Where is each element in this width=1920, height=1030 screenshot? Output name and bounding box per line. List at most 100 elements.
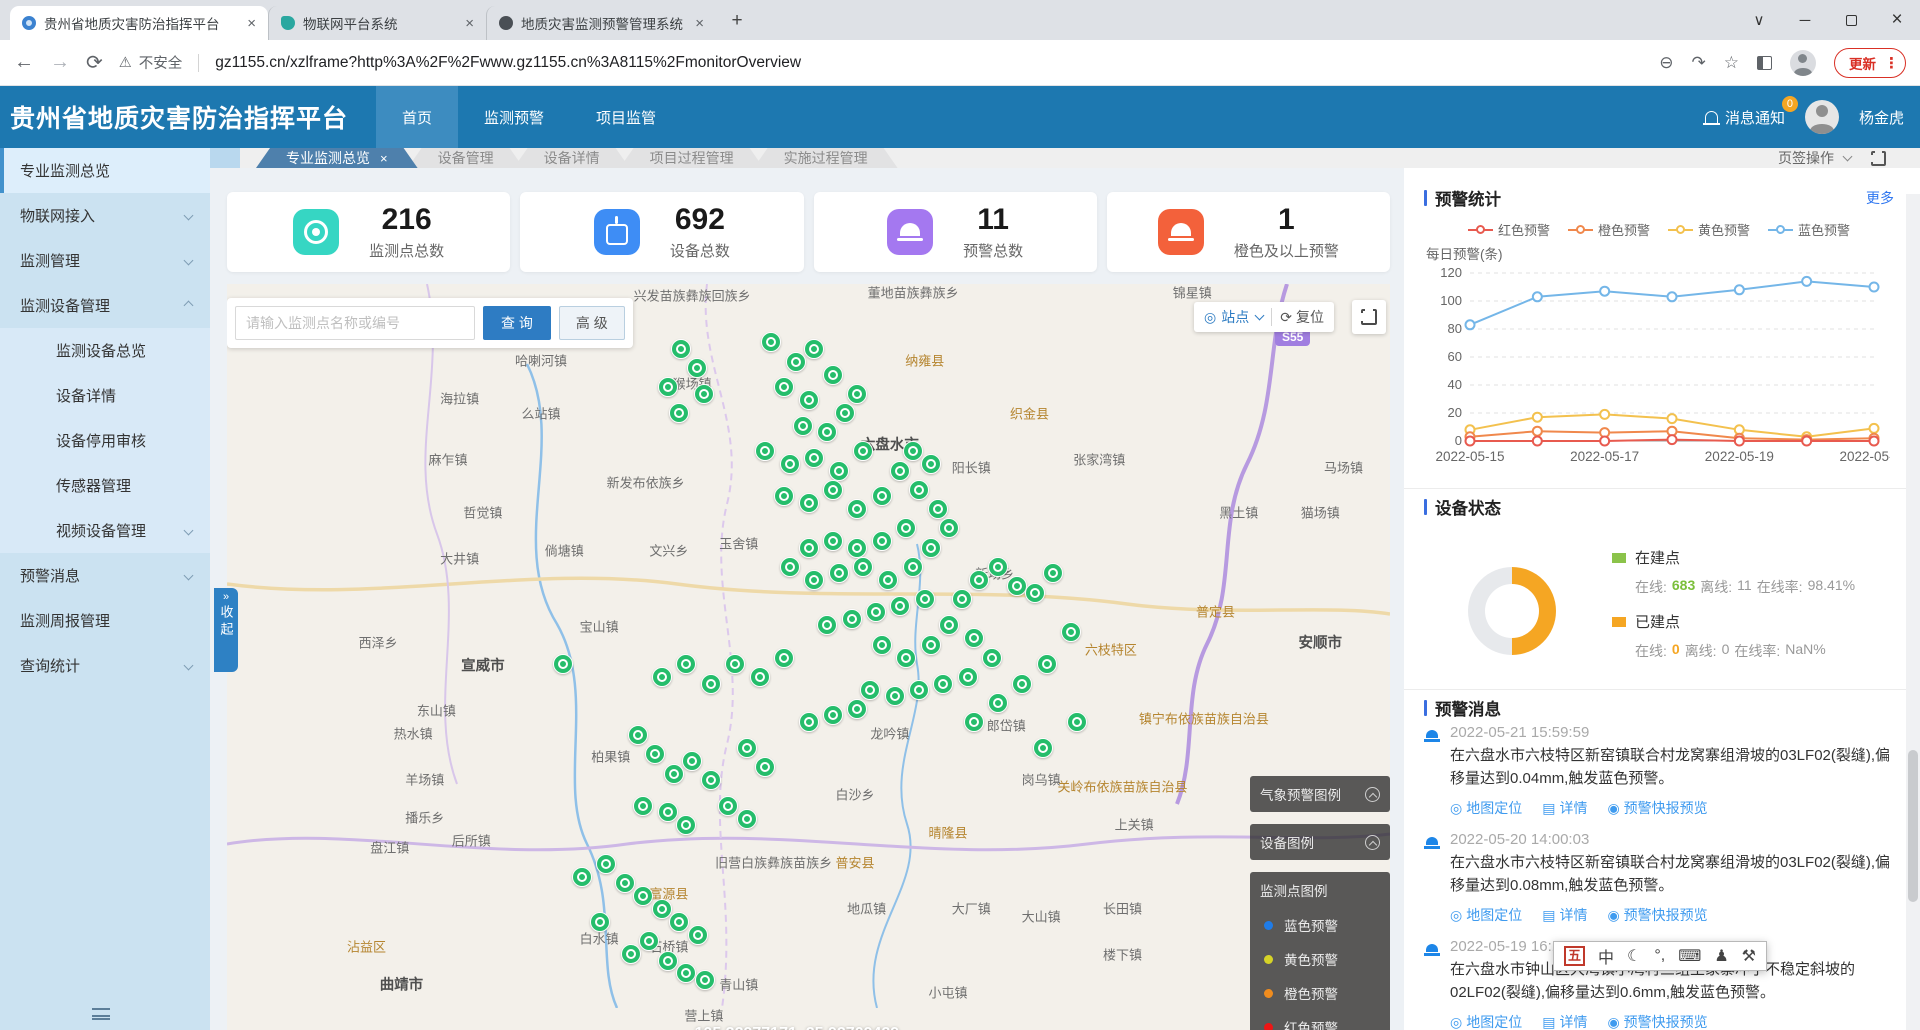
tab-actions-label[interactable]: 页签操作 bbox=[1778, 148, 1834, 168]
sidebar-item[interactable]: 传感器管理 bbox=[0, 463, 210, 508]
close-button[interactable]: × bbox=[1874, 0, 1920, 40]
sidebar-item[interactable]: 设备详情 bbox=[0, 373, 210, 418]
page-tab[interactable]: 设备详情 bbox=[514, 148, 630, 168]
monitoring-point-marker[interactable] bbox=[701, 770, 721, 790]
map[interactable]: 威宁彝族回族苗族自治县兴发苗族彝族回族乡董地苗族彝族乡锦星镇哈喇河镇猴场镇海拉镇… bbox=[227, 284, 1390, 1030]
monitoring-point-marker[interactable] bbox=[645, 744, 665, 764]
ime-icon-2[interactable]: ☾ bbox=[1627, 946, 1641, 966]
monitoring-point-marker[interactable] bbox=[786, 352, 806, 372]
restore-button[interactable] bbox=[1828, 0, 1874, 40]
monitoring-point-marker[interactable] bbox=[921, 538, 941, 558]
site-dropdown[interactable]: ◎ 站点 bbox=[1204, 307, 1263, 327]
monitoring-point-marker[interactable] bbox=[633, 796, 653, 816]
message-link-详情[interactable]: ▤详情 bbox=[1542, 905, 1587, 925]
update-button[interactable]: 更新 ⋮ bbox=[1834, 48, 1906, 78]
monitoring-point-marker[interactable] bbox=[853, 441, 873, 461]
tab-close-icon[interactable]: × bbox=[691, 15, 708, 32]
search-input[interactable] bbox=[235, 306, 475, 340]
browser-menu-icon[interactable]: ⋮ bbox=[1884, 54, 1899, 72]
reload-button[interactable]: ⟳ bbox=[86, 50, 103, 75]
side-panel-icon[interactable] bbox=[1757, 56, 1772, 70]
notifications-button[interactable]: 消息通知 0 bbox=[1705, 107, 1785, 128]
monitoring-point-marker[interactable] bbox=[633, 886, 653, 906]
monitoring-point-marker[interactable] bbox=[1012, 674, 1032, 694]
monitoring-point-marker[interactable] bbox=[829, 563, 849, 583]
monitoring-point-marker[interactable] bbox=[725, 654, 745, 674]
monitoring-point-marker[interactable] bbox=[799, 712, 819, 732]
sidebar-item[interactable]: 预警消息 bbox=[0, 553, 210, 598]
message-link-预警快报预览[interactable]: ◉预警快报预览 bbox=[1607, 798, 1707, 818]
more-link[interactable]: 更多 bbox=[1866, 188, 1894, 208]
monitoring-point-marker[interactable] bbox=[872, 635, 892, 655]
monitoring-point-marker[interactable] bbox=[952, 589, 972, 609]
monitoring-point-marker[interactable] bbox=[903, 441, 923, 461]
sidebar-item[interactable]: 查询统计 bbox=[0, 643, 210, 688]
ime-icon-1[interactable]: 中 bbox=[1598, 944, 1614, 968]
ime-icon-4[interactable]: ⌨ bbox=[1678, 946, 1701, 966]
monitoring-point-marker[interactable] bbox=[1043, 563, 1063, 583]
monitoring-point-marker[interactable] bbox=[829, 461, 849, 481]
username[interactable]: 杨金虎 bbox=[1859, 107, 1904, 128]
scrollbar[interactable] bbox=[1906, 194, 1920, 1030]
new-tab-button[interactable]: + bbox=[722, 6, 752, 36]
legend-item[interactable]: 黄色预警 bbox=[1668, 220, 1750, 239]
collapse-circle-icon[interactable] bbox=[1365, 835, 1380, 850]
url-field[interactable]: gz1155.cn/xzlframe?http%3A%2F%2Fwww.gz11… bbox=[215, 54, 1643, 72]
collapse-circle-icon[interactable] bbox=[1365, 787, 1380, 802]
monitoring-point-marker[interactable] bbox=[896, 518, 916, 538]
monitoring-point-marker[interactable] bbox=[799, 538, 819, 558]
monitoring-point-marker[interactable] bbox=[621, 944, 641, 964]
sidebar-item[interactable]: 监测设备总览 bbox=[0, 328, 210, 373]
nav-item-监测预警[interactable]: 监测预警 bbox=[458, 86, 570, 148]
map-fullscreen-button[interactable] bbox=[1352, 300, 1386, 334]
nav-item-项目监管[interactable]: 项目监管 bbox=[570, 86, 682, 148]
monitoring-point-marker[interactable] bbox=[1033, 738, 1053, 758]
page-tab[interactable]: 实施过程管理 bbox=[754, 148, 898, 168]
sidebar-item[interactable]: 监测管理 bbox=[0, 238, 210, 283]
monitoring-point-marker[interactable] bbox=[903, 557, 923, 577]
monitoring-point-marker[interactable] bbox=[1007, 576, 1027, 596]
page-tab[interactable]: 项目过程管理 bbox=[620, 148, 764, 168]
monitoring-point-marker[interactable] bbox=[804, 570, 824, 590]
monitoring-point-marker[interactable] bbox=[847, 538, 867, 558]
monitoring-point-marker[interactable] bbox=[676, 654, 696, 674]
monitoring-point-marker[interactable] bbox=[847, 699, 867, 719]
monitoring-point-marker[interactable] bbox=[823, 531, 843, 551]
monitoring-point-marker[interactable] bbox=[909, 680, 929, 700]
legend-item[interactable]: 红色预警 bbox=[1468, 220, 1550, 239]
monitoring-point-marker[interactable] bbox=[823, 365, 843, 385]
monitoring-point-marker[interactable] bbox=[737, 809, 757, 829]
browser-profile-avatar[interactable] bbox=[1790, 50, 1816, 76]
monitoring-point-marker[interactable] bbox=[872, 486, 892, 506]
monitoring-point-marker[interactable] bbox=[958, 667, 978, 687]
minimize-button[interactable]: ─ bbox=[1782, 0, 1828, 40]
reset-button[interactable]: ⟳ 复位 bbox=[1280, 307, 1324, 327]
monitoring-point-marker[interactable] bbox=[793, 416, 813, 436]
tab-search-icon[interactable]: ∨ bbox=[1736, 0, 1782, 40]
monitoring-point-marker[interactable] bbox=[982, 648, 1002, 668]
monitoring-point-marker[interactable] bbox=[823, 480, 843, 500]
page-tab[interactable]: 专业监测总览× bbox=[256, 148, 418, 168]
monitoring-point-marker[interactable] bbox=[853, 557, 873, 577]
ime-icon-6[interactable]: ⚒ bbox=[1742, 946, 1756, 966]
monitoring-point-marker[interactable] bbox=[774, 648, 794, 668]
monitoring-point-marker[interactable] bbox=[687, 358, 707, 378]
monitoring-point-marker[interactable] bbox=[799, 493, 819, 513]
monitoring-point-marker[interactable] bbox=[1037, 654, 1057, 674]
sidebar-item[interactable]: 监测设备管理 bbox=[0, 283, 210, 328]
monitoring-point-marker[interactable] bbox=[669, 912, 689, 932]
monitoring-point-marker[interactable] bbox=[842, 609, 862, 629]
monitoring-point-marker[interactable] bbox=[774, 486, 794, 506]
monitoring-point-marker[interactable] bbox=[939, 615, 959, 635]
monitoring-point-marker[interactable] bbox=[701, 674, 721, 694]
monitoring-point-marker[interactable] bbox=[755, 757, 775, 777]
monitoring-point-marker[interactable] bbox=[988, 557, 1008, 577]
monitoring-point-marker[interactable] bbox=[658, 951, 678, 971]
message-link-预警快报预览[interactable]: ◉预警快报预览 bbox=[1607, 1012, 1707, 1030]
monitoring-point-marker[interactable] bbox=[639, 931, 659, 951]
monitoring-point-marker[interactable] bbox=[1061, 622, 1081, 642]
ime-icon-0[interactable]: 五 bbox=[1564, 946, 1585, 966]
monitoring-point-marker[interactable] bbox=[921, 454, 941, 474]
monitoring-point-marker[interactable] bbox=[590, 912, 610, 932]
zoom-out-icon[interactable]: ⊖ bbox=[1659, 53, 1673, 73]
